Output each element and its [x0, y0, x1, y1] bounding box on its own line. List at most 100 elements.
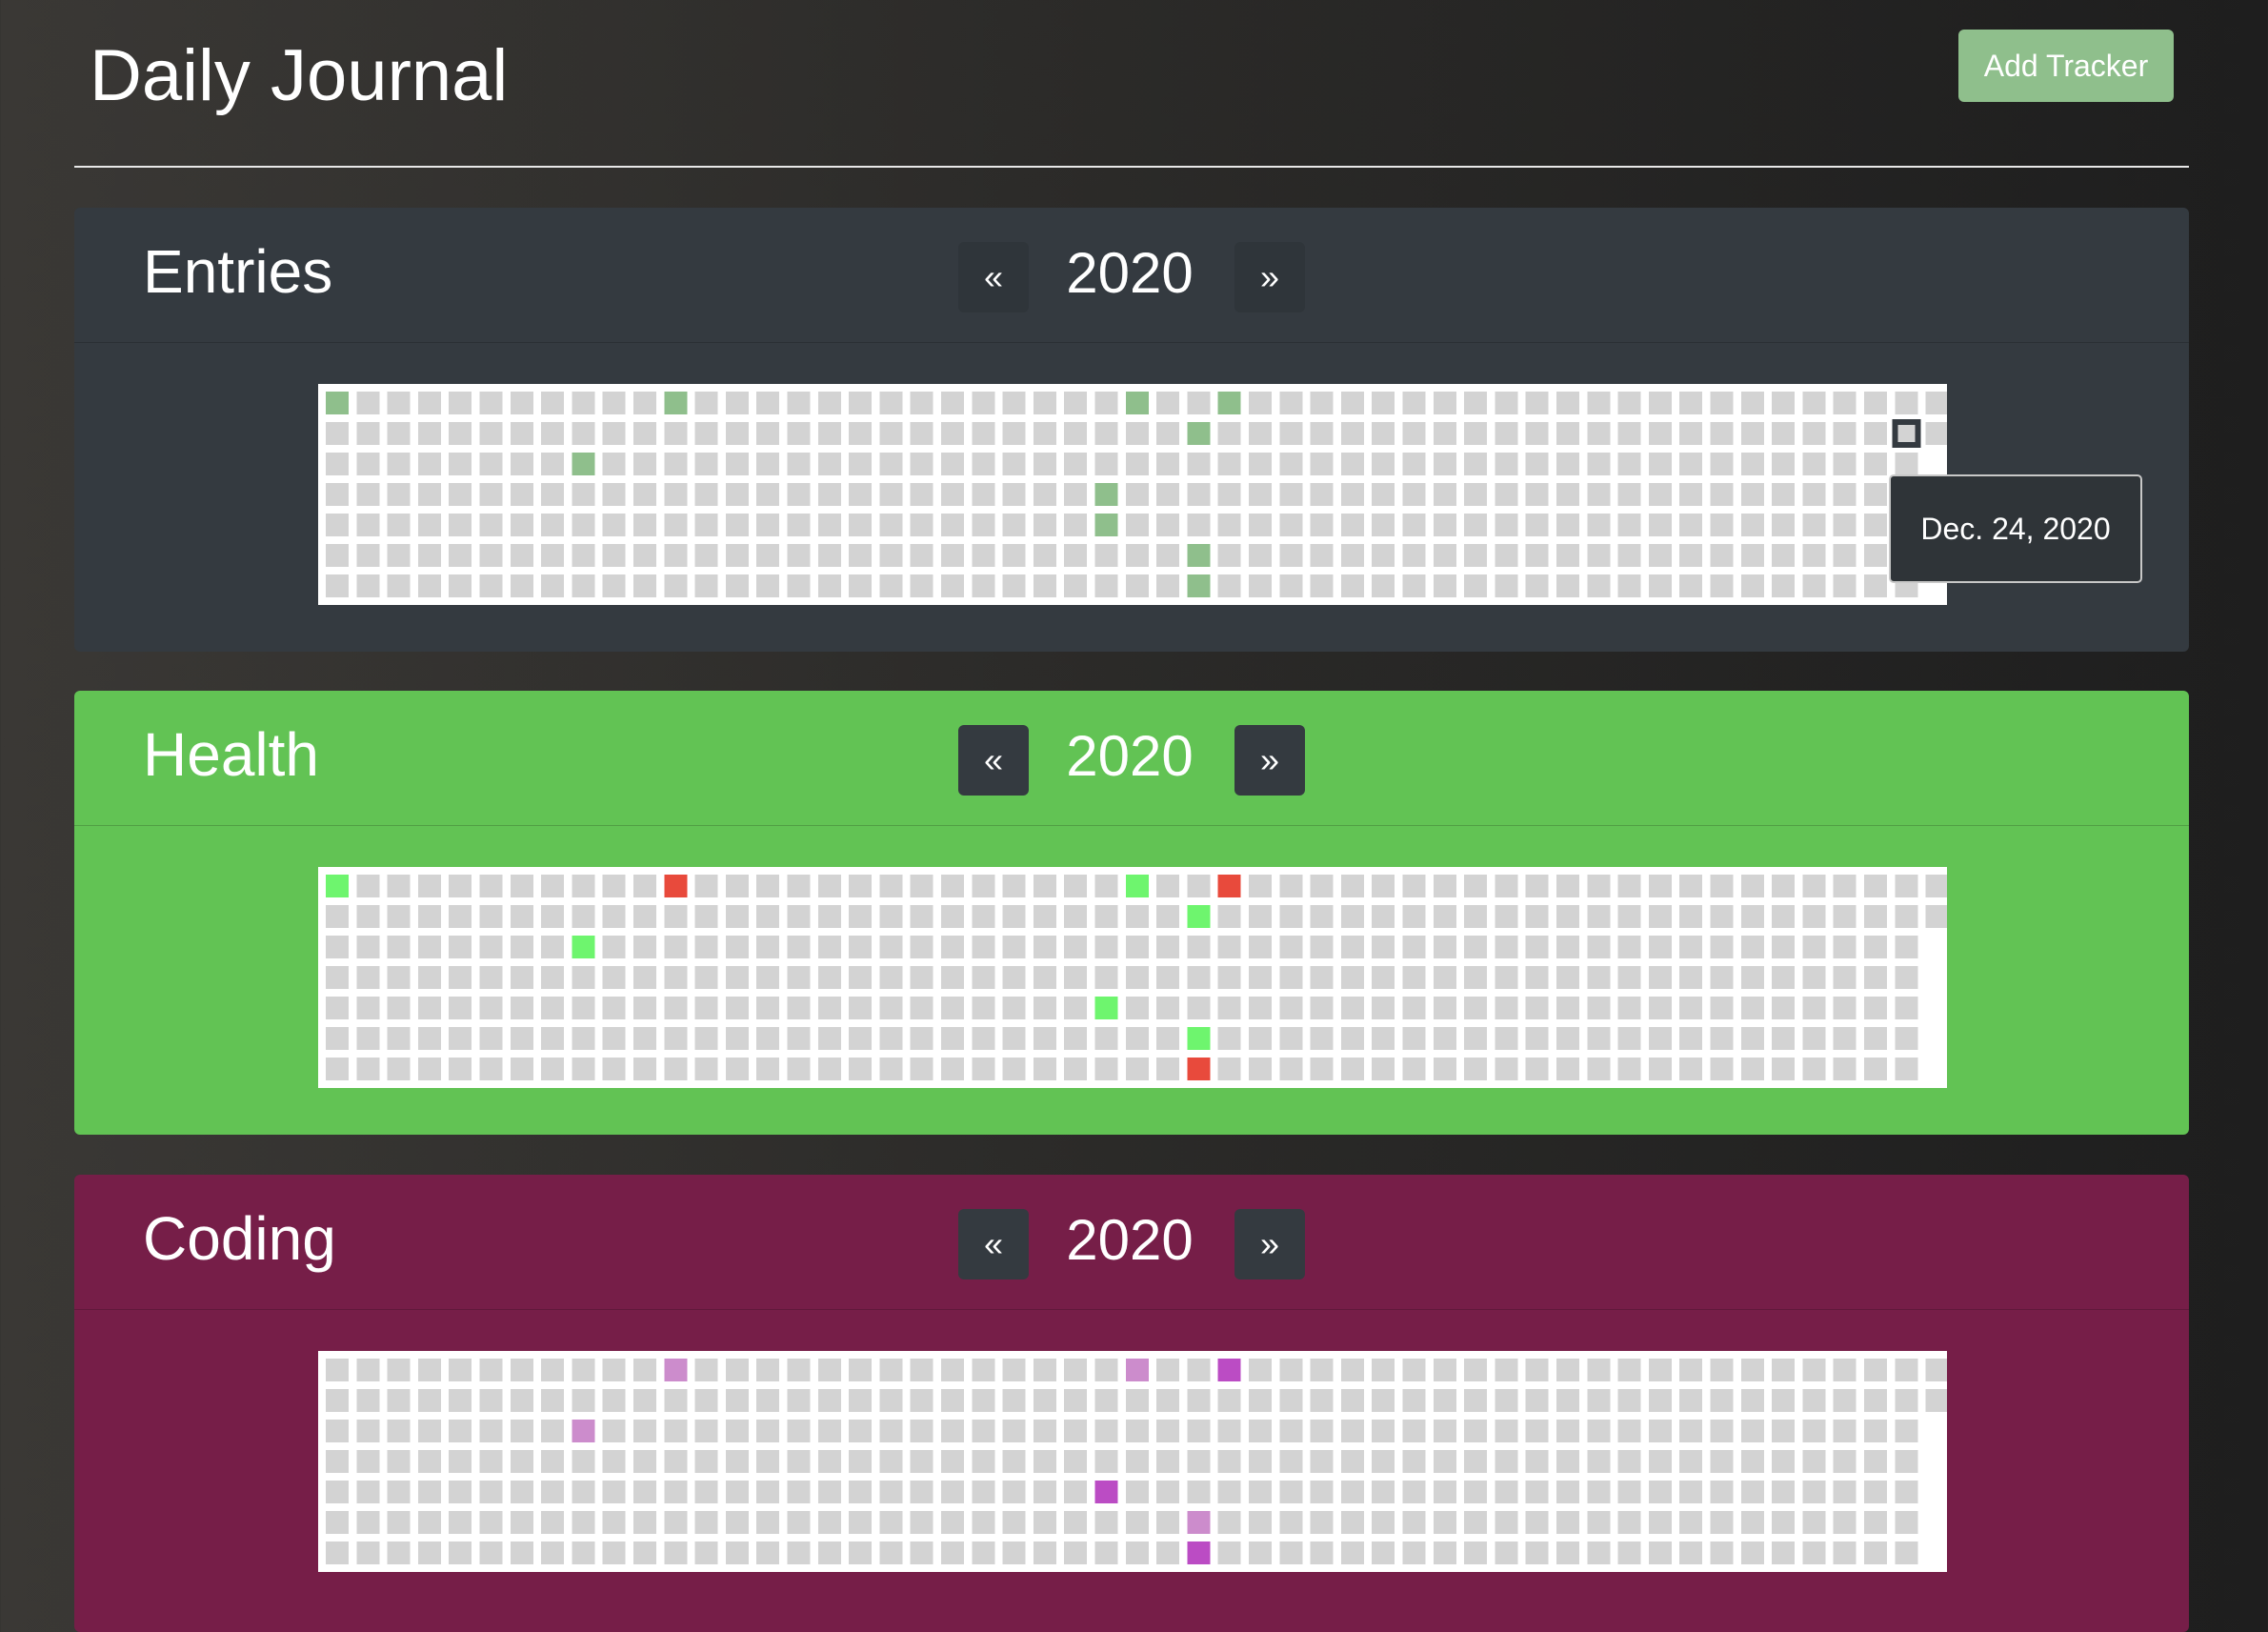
day-cell[interactable]	[725, 514, 749, 536]
day-cell[interactable]	[1617, 1541, 1641, 1564]
day-cell[interactable]	[1679, 1511, 1703, 1534]
day-cell[interactable]	[910, 1027, 933, 1050]
day-cell[interactable]	[1340, 422, 1364, 445]
day-cell[interactable]	[572, 574, 595, 597]
day-cell[interactable]	[1310, 1359, 1334, 1381]
day-cell[interactable]	[910, 1389, 933, 1412]
day-cell[interactable]	[664, 875, 688, 897]
day-cell[interactable]	[1217, 875, 1241, 897]
day-cell[interactable]	[725, 1027, 749, 1050]
day-cell[interactable]	[1648, 1359, 1672, 1381]
day-cell[interactable]	[572, 1450, 595, 1473]
day-cell[interactable]	[387, 422, 411, 445]
day-cell[interactable]	[1372, 544, 1395, 567]
day-cell[interactable]	[1710, 997, 1734, 1019]
day-cell[interactable]	[879, 1450, 903, 1473]
day-cell[interactable]	[879, 422, 903, 445]
day-cell[interactable]	[1556, 1450, 1579, 1473]
day-cell[interactable]	[1525, 1450, 1549, 1473]
day-cell[interactable]	[1648, 1511, 1672, 1534]
day-cell[interactable]	[1002, 514, 1026, 536]
day-cell[interactable]	[572, 392, 595, 414]
day-cell[interactable]	[910, 1481, 933, 1503]
day-cell[interactable]	[1556, 997, 1579, 1019]
day-cell[interactable]	[541, 483, 565, 506]
day-cell[interactable]	[1802, 422, 1826, 445]
day-cell[interactable]	[633, 483, 656, 506]
day-cell[interactable]	[1740, 514, 1764, 536]
day-cell[interactable]	[510, 544, 533, 567]
day-cell[interactable]	[879, 453, 903, 475]
day-cell[interactable]	[1340, 453, 1364, 475]
day-cell[interactable]	[1802, 1541, 1826, 1564]
day-cell[interactable]	[479, 1389, 503, 1412]
day-cell[interactable]	[910, 392, 933, 414]
day-cell[interactable]	[1679, 574, 1703, 597]
day-cell[interactable]	[1833, 1058, 1857, 1080]
day-cell[interactable]	[1187, 574, 1211, 597]
day-cell[interactable]	[664, 1389, 688, 1412]
day-cell[interactable]	[1679, 966, 1703, 989]
day-cell[interactable]	[326, 1481, 349, 1503]
day-cell[interactable]	[787, 514, 811, 536]
day-cell[interactable]	[479, 1058, 503, 1080]
day-cell[interactable]	[1679, 392, 1703, 414]
day-cell[interactable]	[787, 1058, 811, 1080]
day-cell[interactable]	[1033, 1058, 1056, 1080]
day-cell[interactable]	[1772, 997, 1796, 1019]
day-cell[interactable]	[1525, 574, 1549, 597]
day-cell[interactable]	[1617, 392, 1641, 414]
day-cell[interactable]	[1587, 1511, 1611, 1534]
day-cell[interactable]	[787, 966, 811, 989]
day-cell[interactable]	[1648, 544, 1672, 567]
day-cell[interactable]	[1125, 1359, 1149, 1381]
day-cell[interactable]	[1279, 1541, 1303, 1564]
day-cell[interactable]	[1710, 1481, 1734, 1503]
day-cell[interactable]	[664, 936, 688, 958]
day-cell[interactable]	[1833, 574, 1857, 597]
day-cell[interactable]	[387, 1389, 411, 1412]
day-cell[interactable]	[1064, 422, 1088, 445]
day-cell[interactable]	[633, 1420, 656, 1442]
day-cell[interactable]	[1864, 1450, 1887, 1473]
day-cell[interactable]	[1433, 514, 1456, 536]
day-cell[interactable]	[1864, 1481, 1887, 1503]
day-cell[interactable]	[1433, 483, 1456, 506]
day-cell[interactable]	[1864, 905, 1887, 928]
day-cell[interactable]	[1802, 1420, 1826, 1442]
day-cell[interactable]	[1002, 936, 1026, 958]
day-cell[interactable]	[972, 1420, 995, 1442]
day-cell[interactable]	[1094, 1389, 1118, 1412]
day-cell[interactable]	[1710, 392, 1734, 414]
day-cell[interactable]	[941, 453, 964, 475]
day-cell[interactable]	[1772, 966, 1796, 989]
day-cell[interactable]	[1402, 997, 1426, 1019]
day-cell[interactable]	[1740, 392, 1764, 414]
day-cell[interactable]	[1802, 875, 1826, 897]
day-cell[interactable]	[972, 1450, 995, 1473]
day-cell[interactable]	[1002, 574, 1026, 597]
day-cell[interactable]	[572, 936, 595, 958]
day-cell[interactable]	[1249, 875, 1272, 897]
day-cell[interactable]	[1648, 875, 1672, 897]
day-cell[interactable]	[849, 1420, 873, 1442]
day-cell[interactable]	[1249, 1450, 1272, 1473]
day-cell[interactable]	[1895, 936, 1918, 958]
day-cell[interactable]	[417, 997, 441, 1019]
day-cell[interactable]	[1372, 392, 1395, 414]
day-cell[interactable]	[387, 544, 411, 567]
day-cell[interactable]	[1833, 483, 1857, 506]
day-cell[interactable]	[387, 1420, 411, 1442]
day-cell[interactable]	[1556, 453, 1579, 475]
day-cell[interactable]	[633, 875, 656, 897]
day-cell[interactable]	[1217, 574, 1241, 597]
day-cell[interactable]	[1187, 1389, 1211, 1412]
day-cell[interactable]	[1895, 997, 1918, 1019]
day-cell[interactable]	[633, 392, 656, 414]
day-cell[interactable]	[664, 966, 688, 989]
day-cell[interactable]	[694, 1058, 718, 1080]
day-cell[interactable]	[664, 997, 688, 1019]
day-cell[interactable]	[1340, 1359, 1364, 1381]
day-cell[interactable]	[1002, 1389, 1026, 1412]
day-cell[interactable]	[1864, 1511, 1887, 1534]
